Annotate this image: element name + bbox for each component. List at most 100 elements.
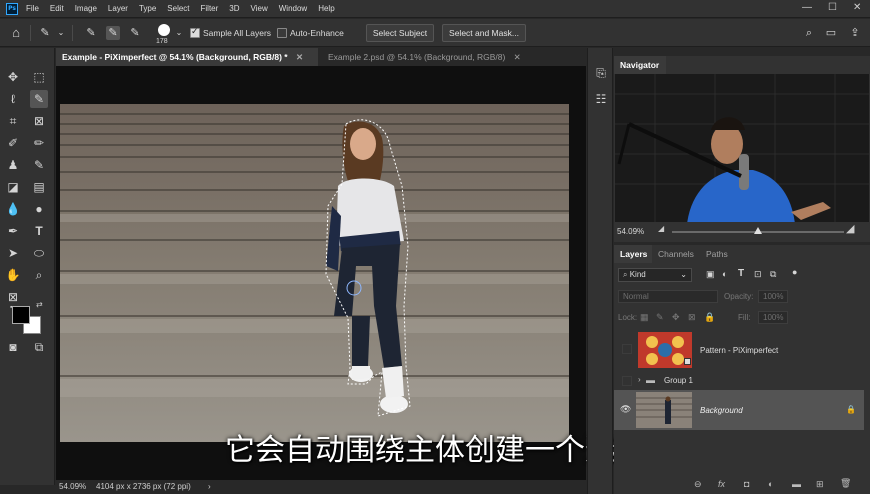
new-layer-icon[interactable]: ⊞: [816, 479, 824, 490]
group-expand-chevron-icon[interactable]: ›: [638, 375, 641, 384]
lasso-tool-icon[interactable]: ℓ: [4, 90, 22, 108]
layer-filter-kind-select[interactable]: ⌕ Kind ⌄: [618, 268, 692, 282]
trash-icon[interactable]: 🗑: [840, 478, 851, 489]
quick-selection-tool-icon[interactable]: ✎: [30, 90, 48, 108]
layer-name[interactable]: Background: [700, 406, 743, 415]
mask-icon[interactable]: ◘: [744, 479, 749, 489]
link-icon[interactable]: ⊖: [694, 479, 702, 490]
pixel-filter-icon[interactable]: ▣: [706, 269, 715, 280]
gradient-tool-icon[interactable]: ▤: [30, 178, 48, 196]
tab-example-2[interactable]: Example 2.psd @ 54.1% (Background, RGB/8…: [322, 48, 542, 66]
auto-enhance-checkbox[interactable]: [277, 28, 287, 38]
zoom-out-icon[interactable]: ◢: [658, 224, 664, 233]
brush-tool-icon[interactable]: ✏: [30, 134, 48, 152]
foreground-color-swatch[interactable]: [12, 306, 30, 324]
layer-row-background[interactable]: 👁 Background 🔒: [614, 390, 864, 430]
opacity-input[interactable]: 100%: [758, 290, 788, 303]
smart-object-filter-icon[interactable]: ⧉: [770, 269, 776, 280]
zoom-tool-icon[interactable]: ⌕: [30, 266, 48, 284]
tab-example-piximperfect[interactable]: Example - PiXimperfect @ 54.1% (Backgrou…: [56, 48, 318, 66]
layer-name[interactable]: Group 1: [664, 376, 693, 385]
tab-layers[interactable]: Layers: [614, 245, 652, 263]
menu-filter[interactable]: Filter: [201, 4, 219, 13]
adjustment-icon[interactable]: ◐: [768, 479, 773, 489]
tab-paths[interactable]: Paths: [700, 245, 734, 263]
share-icon[interactable]: ⇪: [848, 26, 862, 40]
eraser-tool-icon[interactable]: ◪: [4, 178, 22, 196]
lock-position-icon[interactable]: ✥: [672, 312, 680, 323]
path-selection-tool-icon[interactable]: ➤: [4, 244, 22, 262]
lock-artboard-icon[interactable]: ⊠: [688, 312, 696, 323]
folder-icon[interactable]: ▬: [792, 479, 801, 489]
hand-tool-icon[interactable]: ✋: [4, 266, 22, 284]
navigator-zoom-slider-thumb[interactable]: [754, 227, 762, 234]
zoom-in-icon[interactable]: ◢: [846, 222, 854, 235]
menu-type[interactable]: Type: [139, 4, 156, 13]
chevron-down-icon[interactable]: ⌄: [54, 26, 68, 40]
layer-row-pattern[interactable]: Pattern - PiXimperfect: [614, 330, 864, 370]
menu-edit[interactable]: Edit: [50, 4, 64, 13]
new-selection-brush-icon[interactable]: ✎: [84, 26, 98, 40]
tab-navigator[interactable]: Navigator: [614, 56, 666, 74]
type-tool-icon[interactable]: T: [30, 222, 48, 240]
document-canvas[interactable]: [56, 66, 586, 480]
visibility-toggle[interactable]: [622, 376, 632, 386]
quick-mask-icon[interactable]: ◙: [4, 338, 22, 356]
tab-channels[interactable]: Channels: [652, 245, 700, 263]
navigator-zoom-value[interactable]: 54.09%: [617, 227, 644, 236]
menu-image[interactable]: Image: [75, 4, 97, 13]
add-to-selection-brush-icon[interactable]: ✎: [106, 26, 120, 40]
select-and-mask-button[interactable]: Select and Mask...: [442, 24, 526, 42]
blur-tool-icon[interactable]: 💧: [4, 200, 22, 218]
visibility-toggle[interactable]: [622, 344, 632, 354]
marquee-tool-icon[interactable]: ⬚: [30, 68, 48, 86]
select-subject-button[interactable]: Select Subject: [366, 24, 434, 42]
menu-view[interactable]: View: [251, 4, 268, 13]
workspace-icon[interactable]: ▭: [824, 26, 838, 40]
lock-all-icon[interactable]: 🔒: [704, 312, 715, 323]
type-filter-icon[interactable]: T: [738, 268, 744, 279]
swap-colors-icon[interactable]: ⇄: [36, 300, 43, 309]
eye-icon[interactable]: 👁: [620, 404, 631, 415]
pen-tool-icon[interactable]: ✒: [4, 222, 22, 240]
lock-pixels-icon[interactable]: ✎: [656, 312, 664, 323]
lock-transparent-icon[interactable]: ▦: [640, 312, 649, 323]
frame-tool-icon[interactable]: ⊠: [30, 112, 48, 130]
history-panel-icon[interactable]: ⎘: [592, 64, 610, 82]
screen-mode-icon[interactable]: ⧉: [30, 338, 48, 356]
maximize-button[interactable]: ☐: [828, 2, 837, 13]
menu-select[interactable]: Select: [167, 4, 189, 13]
menu-file[interactable]: File: [26, 4, 39, 13]
status-arrow-icon[interactable]: ›: [208, 480, 211, 494]
eyedropper-tool-icon[interactable]: ✐: [4, 134, 22, 152]
move-tool-icon[interactable]: ✥: [4, 68, 22, 86]
crop-tool-icon[interactable]: ⌗: [4, 112, 22, 130]
shape-filter-icon[interactable]: ⊡: [754, 269, 762, 280]
menu-window[interactable]: Window: [279, 4, 307, 13]
tab-close-icon[interactable]: ✕: [296, 52, 303, 62]
sample-all-layers-checkbox[interactable]: [190, 26, 200, 38]
fx-icon[interactable]: fx: [718, 479, 725, 489]
layer-name[interactable]: Pattern - PiXimperfect: [700, 346, 778, 355]
layer-row-group[interactable]: › ▬ Group 1: [614, 372, 864, 390]
status-zoom[interactable]: 54.09%: [59, 480, 86, 494]
brush-size-preview-icon[interactable]: [158, 24, 170, 36]
history-brush-tool-icon[interactable]: ✎: [30, 156, 48, 174]
ellipse-tool-icon[interactable]: ⬭: [30, 244, 48, 262]
subtract-from-selection-brush-icon[interactable]: ✎: [128, 26, 142, 40]
search-icon[interactable]: ⌕: [802, 26, 816, 40]
home-icon[interactable]: ⌂: [9, 26, 23, 40]
fill-input[interactable]: 100%: [758, 311, 788, 324]
clone-stamp-tool-icon[interactable]: ♟: [4, 156, 22, 174]
close-window-button[interactable]: ✕: [853, 2, 861, 13]
adjustment-filter-icon[interactable]: ◐: [722, 269, 727, 279]
quick-selection-tool-preset-icon[interactable]: ✎: [38, 26, 52, 40]
minimize-button[interactable]: —: [802, 2, 812, 13]
brush-options-chevron-icon[interactable]: ⌄: [172, 26, 186, 40]
blend-mode-select[interactable]: Normal: [618, 290, 718, 303]
menu-help[interactable]: Help: [318, 4, 334, 13]
filter-toggle-icon[interactable]: ●: [792, 267, 797, 277]
menu-3d[interactable]: 3D: [229, 4, 239, 13]
tab-close-icon[interactable]: ✕: [514, 52, 521, 62]
menu-layer[interactable]: Layer: [108, 4, 128, 13]
